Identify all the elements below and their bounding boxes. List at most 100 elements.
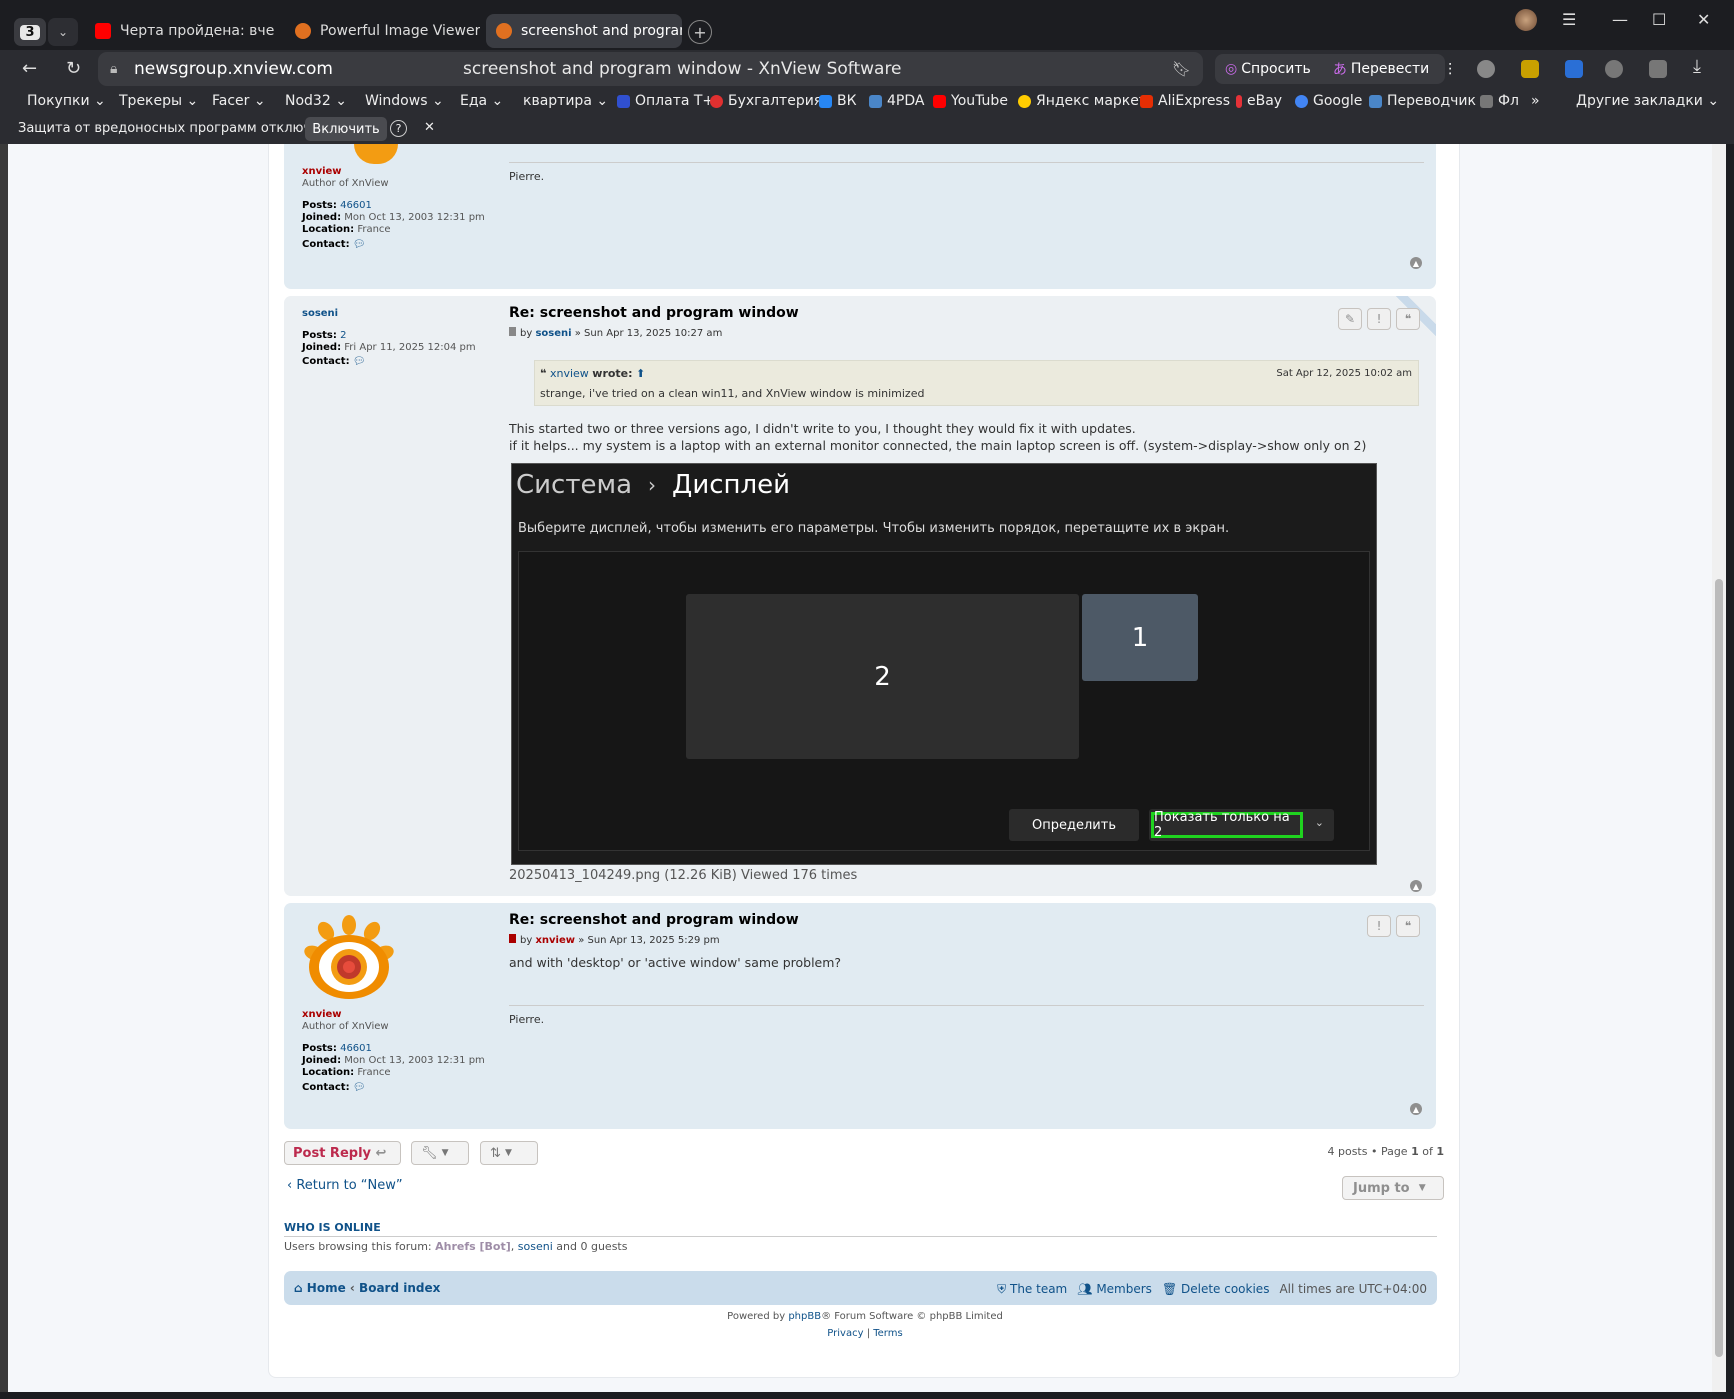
menu-icon[interactable]: ☰ — [1562, 10, 1576, 29]
quote-icon[interactable]: ❝ — [1396, 915, 1420, 937]
close-warning-icon[interactable]: ✕ — [424, 120, 435, 135]
address-bar[interactable]: 🔒︎ newsgroup.xnview.com screenshot and p… — [98, 52, 1203, 86]
other-bookmarks-folder[interactable]: Другие закладки ⌄ — [1576, 93, 1719, 109]
bookmark-link[interactable]: YouTube — [933, 93, 1008, 109]
collections-icon[interactable] — [1649, 60, 1667, 78]
bookmark-link[interactable]: Переводчик — [1369, 93, 1476, 109]
minimize-icon[interactable]: — — [1612, 10, 1628, 29]
post-count[interactable]: 2 — [340, 330, 346, 341]
post-title[interactable]: Re: screenshot and program window — [509, 912, 799, 928]
bookmark-folder[interactable]: Facer ⌄ — [212, 93, 266, 109]
back-arrow-icon[interactable]: ← — [22, 58, 37, 79]
bookmark-folder[interactable]: Покупки ⌄ — [27, 93, 106, 109]
enable-protection-button[interactable]: Включить — [305, 117, 387, 141]
download-icon[interactable]: ⤓ — [1693, 56, 1701, 77]
team-link[interactable]: ⛨ The team — [997, 1282, 1067, 1297]
bookmark-link[interactable]: Бухгалтерия — [710, 93, 822, 109]
attachment-caption: 20250413_104249.png (12.26 KiB) Viewed 1… — [509, 868, 858, 883]
bookmark-link[interactable]: Оплата Т+ — [617, 93, 714, 109]
more-bookmarks-icon[interactable]: » — [1531, 93, 1540, 109]
quote-user-link[interactable]: xnview — [550, 367, 589, 380]
post-reply-button[interactable]: Post Reply ↩ — [284, 1141, 401, 1165]
bookmark-folder[interactable]: Трекеры ⌄ — [119, 93, 198, 109]
board-index-link[interactable]: Board index — [359, 1281, 440, 1295]
phpbb-link[interactable]: phpBB — [788, 1311, 821, 1322]
bot-link[interactable]: Ahrefs [Bot] — [435, 1240, 511, 1253]
bookmark-folder[interactable]: Еда ⌄ — [460, 93, 503, 109]
post-count[interactable]: 46601 — [340, 200, 372, 211]
chevron-down-icon: ⌄ — [1314, 816, 1324, 829]
terms-link[interactable]: Terms — [873, 1328, 902, 1339]
username-link[interactable]: xnview — [302, 1009, 485, 1021]
report-icon[interactable]: ! — [1367, 915, 1391, 937]
help-icon[interactable]: ? — [390, 120, 407, 137]
sort-options-button[interactable]: ⇅ ▼ — [480, 1141, 538, 1165]
page-title: screenshot and program window - XnView S… — [463, 59, 902, 79]
tab-youtube[interactable]: Черта пройдена: вчера С — [85, 14, 275, 48]
reload-icon[interactable]: ↻ — [66, 58, 81, 79]
home-link[interactable]: Home — [307, 1281, 346, 1295]
url-text[interactable]: newsgroup.xnview.com — [134, 59, 333, 79]
quote-block: ❝ xnview wrote: ⬆ Sat Apr 12, 2025 10:02… — [534, 360, 1419, 406]
back-to-top-icon[interactable]: ▲ — [1410, 880, 1422, 892]
post-profile: soseni Posts: 2 Joined: Fri Apr 11, 2025… — [302, 308, 476, 367]
contact-icon[interactable]: 💬︎ — [353, 239, 366, 250]
post-body: This started two or three versions ago, … — [509, 421, 1367, 453]
bookmark-link[interactable]: AliExpress — [1140, 93, 1230, 109]
youtube-icon — [95, 23, 111, 39]
new-tab-button[interactable]: + — [688, 20, 712, 44]
report-icon[interactable]: ! — [1367, 308, 1391, 330]
bookmark-link[interactable]: Фл — [1480, 93, 1519, 109]
back-to-top-icon[interactable]: ▲ — [1410, 1103, 1422, 1115]
tab-count-button[interactable]: 3 — [14, 18, 46, 46]
more-vertical-icon[interactable]: ⋮ — [1443, 61, 1457, 77]
author-link[interactable]: soseni — [535, 328, 571, 339]
author-link[interactable]: xnview — [535, 935, 575, 946]
extension-icon[interactable] — [1565, 60, 1583, 78]
delete-cookies-link[interactable]: 🗑︎ Delete cookies — [1162, 1282, 1270, 1297]
bookmark-folder[interactable]: Nod32 ⌄ — [285, 93, 347, 109]
maximize-icon[interactable]: ☐ — [1652, 10, 1666, 29]
shield-icon: ⛨ — [997, 1282, 1007, 1296]
lightbulb-icon[interactable] — [1477, 60, 1495, 78]
bookmark-folder[interactable]: квартира ⌄ — [523, 93, 608, 109]
ask-button[interactable]: Спросить — [1241, 61, 1311, 77]
post-title[interactable]: Re: screenshot and program window — [509, 305, 799, 321]
quote-source-arrow-icon[interactable]: ⬆ — [636, 367, 645, 380]
media-icon[interactable] — [1605, 60, 1623, 78]
post-count[interactable]: 46601 — [340, 1043, 372, 1054]
bookmark-link[interactable]: Яндекс маркет — [1018, 93, 1147, 109]
vertical-scrollbar[interactable] — [1712, 144, 1726, 1392]
discount-icon[interactable] — [1521, 60, 1539, 78]
edit-pencil-icon[interactable]: ✎ — [1338, 308, 1362, 330]
bookmark-link[interactable]: 4PDA — [869, 93, 924, 109]
who-is-online-heading: WHO IS ONLINE — [284, 1221, 1437, 1237]
post-date: » Sun Apr 13, 2025 5:29 pm — [578, 935, 720, 946]
scrollbar-thumb[interactable] — [1715, 579, 1723, 1357]
contact-icon[interactable]: 💬︎ — [353, 1082, 366, 1093]
jump-to-button[interactable]: Jump to ▼ — [1342, 1176, 1444, 1200]
tab-xnview-home[interactable]: Powerful Image Viewer· Xr — [285, 14, 480, 48]
bookmark-icon[interactable]: 🔖︎ — [1172, 60, 1191, 78]
bookmark-link[interactable]: eBay — [1236, 93, 1282, 109]
privacy-link[interactable]: Privacy — [827, 1328, 863, 1339]
close-window-icon[interactable]: ✕ — [1697, 10, 1710, 29]
members-link[interactable]: 👥︎ Members — [1077, 1282, 1152, 1297]
username-link[interactable]: xnview — [302, 166, 485, 178]
username-link[interactable]: soseni — [302, 308, 476, 320]
profile-avatar[interactable] — [1515, 9, 1537, 31]
quote-icon[interactable]: ❝ — [1396, 308, 1420, 330]
bookmark-link[interactable]: Google — [1295, 93, 1362, 109]
contact-icon[interactable]: 💬︎ — [353, 356, 366, 367]
bookmark-folder[interactable]: Windows ⌄ — [365, 93, 444, 109]
back-to-top-icon[interactable]: ▲ — [1410, 257, 1422, 269]
attached-screenshot[interactable]: Система › Дисплей Выберите дисплей, чтоб… — [511, 463, 1377, 865]
xnview-logo-avatar — [304, 915, 394, 999]
tab-list-chevron-icon[interactable]: ⌄ — [48, 18, 78, 46]
topic-tools-button[interactable]: 🔧︎ ▼ — [411, 1141, 469, 1165]
tab-current[interactable]: screenshot and program ✕ — [486, 14, 682, 48]
online-user-link[interactable]: soseni — [518, 1240, 553, 1253]
bookmark-link[interactable]: ВК — [819, 93, 857, 109]
translate-button[interactable]: Перевести — [1351, 61, 1429, 77]
return-link[interactable]: ‹ Return to “New” — [287, 1178, 403, 1193]
